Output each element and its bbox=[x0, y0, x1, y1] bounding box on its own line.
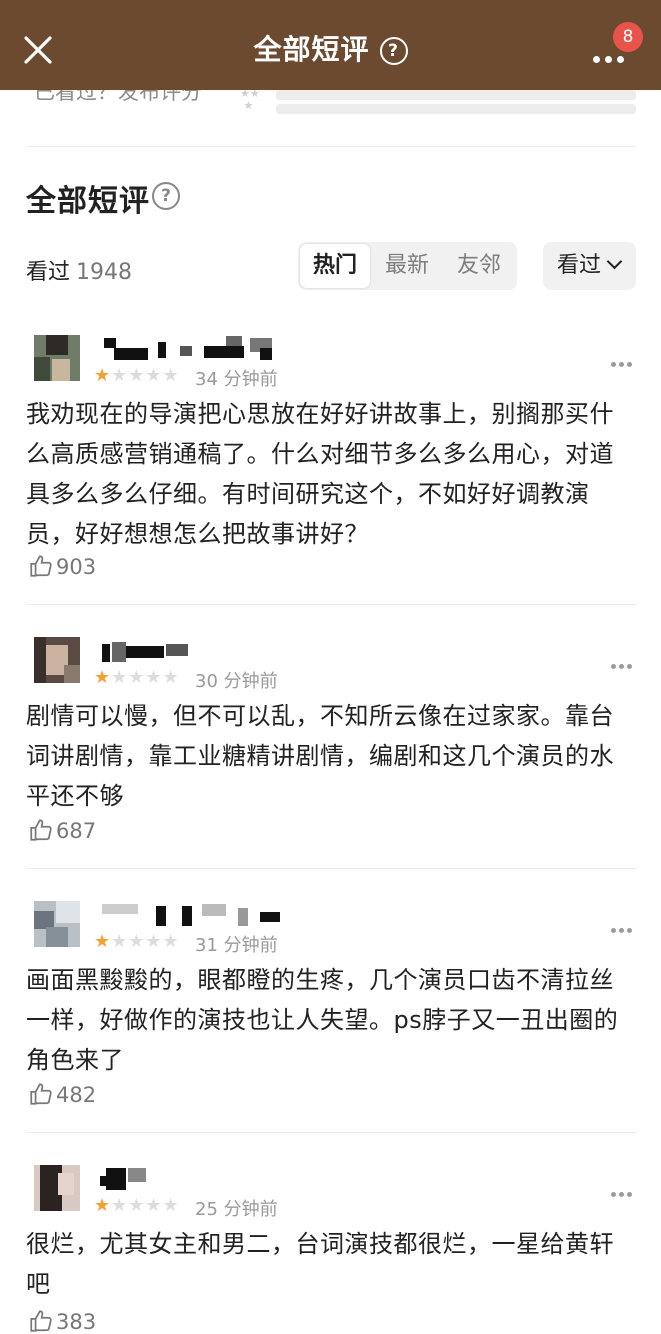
like-count: 482 bbox=[56, 1083, 97, 1107]
like-button[interactable]: 383 bbox=[28, 1308, 96, 1334]
rating-bar bbox=[276, 104, 636, 114]
avatar[interactable] bbox=[34, 901, 80, 947]
rate-link[interactable]: 已看过？发布评分 bbox=[34, 90, 202, 106]
review-text: 很烂，尤其女主和男二，台词演技都很烂，一星给黄轩吧 bbox=[26, 1230, 614, 1298]
divider bbox=[26, 604, 636, 605]
review-text: 我劝现在的导演把心思放在好好讲故事上，别搁那买什么高质感营销通稿了。什么对细节多… bbox=[26, 400, 614, 548]
thumbs-up-icon bbox=[30, 555, 52, 577]
watched-label: 看过 bbox=[26, 260, 71, 285]
review-time: 30 分钟前 bbox=[195, 671, 278, 692]
star-rating: ★★★★★ bbox=[94, 667, 180, 688]
divider bbox=[26, 868, 636, 869]
page-title-wrap: 全部短评? bbox=[0, 28, 661, 68]
like-count: 687 bbox=[56, 819, 97, 843]
avatar[interactable] bbox=[34, 637, 80, 683]
rating-bar bbox=[276, 90, 636, 100]
thumbs-up-icon bbox=[30, 1310, 52, 1332]
sort-tabs: 热门 最新 友邻 bbox=[298, 242, 517, 290]
thumbs-up-icon bbox=[30, 1083, 52, 1105]
like-count: 383 bbox=[56, 1310, 97, 1334]
star-rating: ★★★★★ bbox=[94, 365, 180, 386]
review-time: 31 分钟前 bbox=[195, 935, 278, 956]
section-title: 全部短评 bbox=[26, 184, 150, 219]
watched-filter-dropdown[interactable]: 看过 bbox=[543, 242, 636, 290]
more-icon[interactable] bbox=[611, 352, 635, 371]
help-icon[interactable]: ? bbox=[379, 37, 408, 65]
like-button[interactable]: 482 bbox=[28, 1081, 96, 1107]
help-icon[interactable]: ? bbox=[152, 182, 180, 210]
review-text: 画面黑黢黢的，眼都瞪的生疼，几个演员口齿不清拉丝一样，好做作的演技也让人失望。p… bbox=[26, 966, 619, 1074]
review-time: 34 分钟前 bbox=[195, 369, 278, 390]
thumbs-up-icon bbox=[30, 819, 52, 841]
rating-strip: 已看过？发布评分 ★★ ★ bbox=[0, 90, 661, 120]
more-icon[interactable] bbox=[611, 654, 635, 673]
tab-hot[interactable]: 热门 bbox=[300, 244, 370, 288]
avatar[interactable] bbox=[34, 335, 80, 381]
star-rating: ★★★★★ bbox=[94, 931, 180, 952]
page-title: 全部短评 bbox=[253, 33, 370, 66]
chevron-down-icon bbox=[606, 253, 623, 270]
notification-badge: 8 bbox=[613, 22, 643, 52]
divider bbox=[26, 146, 636, 147]
divider bbox=[26, 1132, 636, 1133]
watched-count: 看过 1948 bbox=[26, 254, 132, 286]
like-button[interactable]: 687 bbox=[28, 817, 96, 843]
avatar[interactable] bbox=[34, 1165, 80, 1211]
like-count: 903 bbox=[56, 555, 97, 579]
star-icon: ★★ ★ bbox=[240, 90, 260, 112]
review-text: 剧情可以慢，但不可以乱，不知所云像在过家家。靠台词讲剧情，靠工业糖精讲剧情，编剧… bbox=[26, 702, 614, 810]
review-time: 25 分钟前 bbox=[195, 1199, 278, 1220]
more-icon[interactable] bbox=[611, 918, 635, 937]
like-button[interactable]: 903 bbox=[28, 553, 96, 579]
more-icon[interactable] bbox=[611, 1182, 635, 1201]
tab-latest[interactable]: 最新 bbox=[376, 242, 438, 290]
top-bar: 全部短评? 8 bbox=[0, 0, 661, 90]
watched-number: 1948 bbox=[76, 260, 133, 285]
star-rating: ★★★★★ bbox=[94, 1195, 180, 1216]
tab-friends[interactable]: 友邻 bbox=[448, 242, 510, 290]
filter-label: 看过 bbox=[557, 253, 602, 278]
